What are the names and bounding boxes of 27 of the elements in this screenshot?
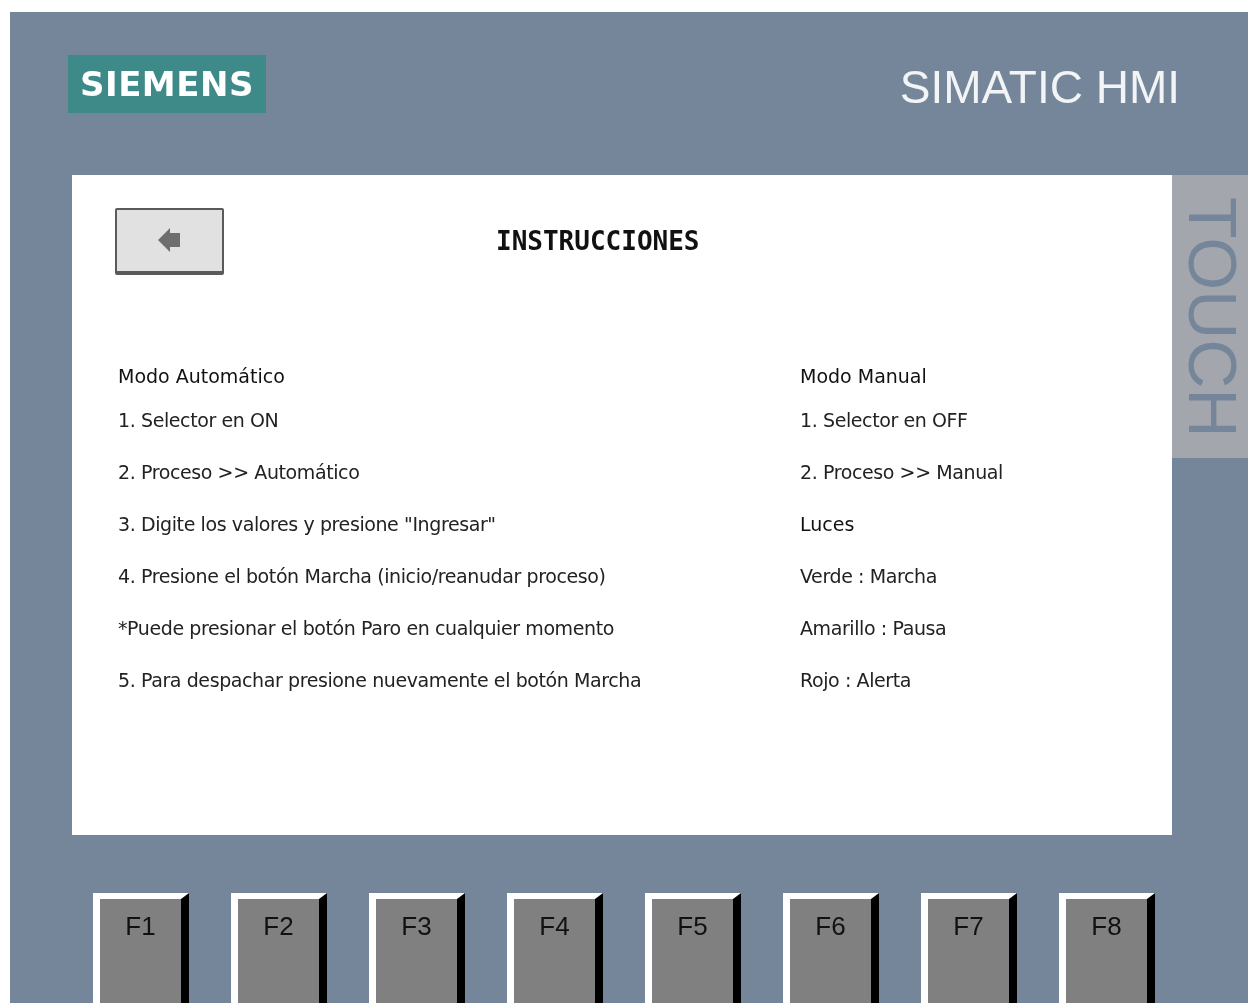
- instruction-text: 2. Proceso >> Manual: [800, 461, 1003, 483]
- function-key[interactable]: F8: [1059, 893, 1155, 1003]
- function-key[interactable]: F5: [645, 893, 741, 1003]
- product-name: SIMATIC HMI: [899, 60, 1180, 114]
- instruction-text: 1. Selector en OFF: [800, 409, 968, 431]
- function-key[interactable]: F7: [921, 893, 1017, 1003]
- function-key[interactable]: F3: [369, 893, 465, 1003]
- function-key[interactable]: F6: [783, 893, 879, 1003]
- instruction-text: 1. Selector en ON: [118, 409, 279, 431]
- instruction-text: *Puede presionar el botón Paro en cualquier momento: [118, 617, 614, 639]
- section-heading: Luces: [800, 513, 855, 535]
- instruction-text: Rojo : Alerta: [800, 669, 912, 691]
- back-arrow-icon: [157, 227, 182, 253]
- instruction-text: 3. Digite los valores y presione "Ingresar": [118, 513, 496, 535]
- instruction-text: Amarillo : Pausa: [800, 617, 947, 639]
- instruction-text: 4. Presione el botón Marcha (inicio/reanudar proceso): [118, 565, 606, 587]
- section-heading: Modo Automático: [118, 365, 285, 387]
- section-heading: Modo Manual: [800, 365, 927, 387]
- function-key[interactable]: F4: [507, 893, 603, 1003]
- instruction-text: 5. Para despachar presione nuevamente el botón Marcha: [118, 669, 642, 691]
- instruction-text: 2. Proceso >> Automático: [118, 461, 360, 483]
- back-button[interactable]: [115, 207, 224, 275]
- function-key[interactable]: F2: [231, 893, 327, 1003]
- function-key[interactable]: F1: [93, 893, 189, 1003]
- screen-title: INSTRUCCIONES: [496, 226, 700, 256]
- instruction-text: Verde : Marcha: [800, 565, 937, 587]
- logo: SIEMENS: [68, 55, 266, 113]
